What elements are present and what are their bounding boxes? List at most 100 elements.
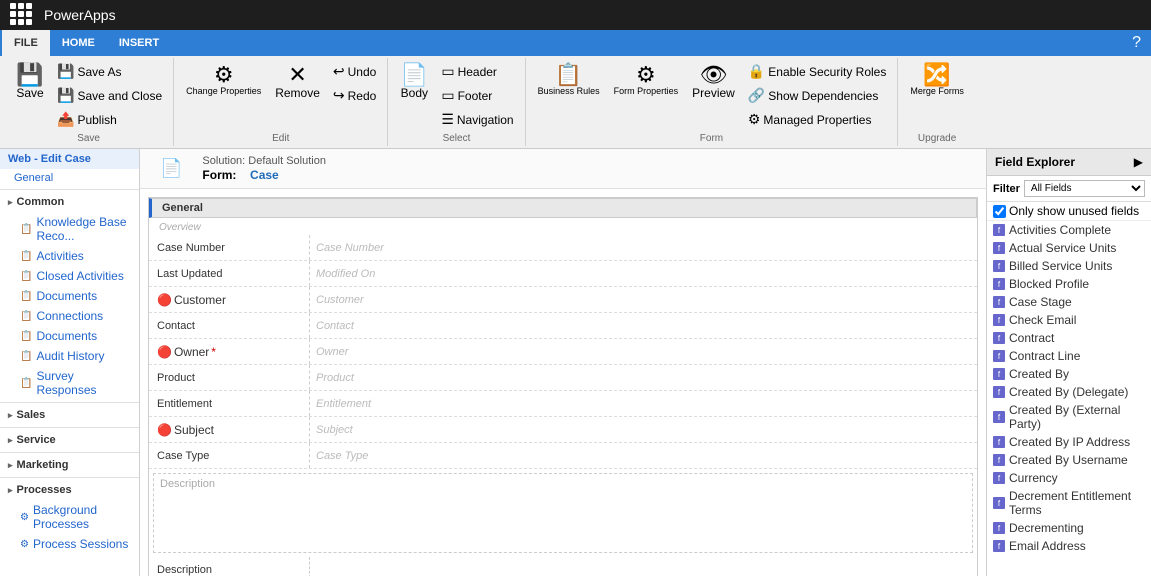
nav-section-service[interactable]: Service	[0, 430, 139, 450]
save-close-button[interactable]: 💾 Save and Close	[52, 84, 167, 107]
field-label-last-updated: Last Updated	[149, 261, 309, 286]
help-icon[interactable]: ?	[1124, 34, 1149, 52]
field-row-contact: Contact Contact	[149, 313, 977, 339]
field-item-8[interactable]: f Created By	[987, 365, 1151, 383]
field-item-16[interactable]: f Email Address	[987, 537, 1151, 555]
field-input-case-type[interactable]: Case Type	[309, 443, 977, 468]
field-item-14[interactable]: f Decrement Entitlement Terms	[987, 487, 1151, 519]
field-icon-6: f	[993, 332, 1005, 344]
save-as-icon: 💾	[57, 63, 74, 80]
field-item-6[interactable]: f Contract	[987, 329, 1151, 347]
field-icon-7: f	[993, 350, 1005, 362]
save-col: 💾 Save As 💾 Save and Close 📤 Publish	[52, 60, 167, 131]
remove-icon: ✕	[288, 64, 306, 86]
save-as-button[interactable]: 💾 Save As	[52, 60, 167, 83]
nav-item-bg-processes[interactable]: ⚙ Background Processes	[0, 500, 139, 534]
field-input-last-updated[interactable]: Modified On	[309, 261, 977, 286]
show-unused-checkbox[interactable]	[993, 205, 1006, 218]
field-explorer-expand-icon[interactable]: ▶	[1134, 155, 1143, 169]
nav-item-closed-activities[interactable]: 📋 Closed Activities	[0, 266, 139, 286]
undo-button[interactable]: ↩ Undo	[328, 60, 381, 83]
navigation-icon: ☰	[441, 111, 454, 128]
field-input-customer[interactable]: Customer	[309, 287, 977, 312]
header-button[interactable]: ▭ Header	[436, 60, 518, 83]
nav-item-documents2[interactable]: 📋 Documents	[0, 326, 139, 346]
field-row-customer: 🔴 Customer Customer	[149, 287, 977, 313]
field-item-3[interactable]: f Blocked Profile	[987, 275, 1151, 293]
field-item-10[interactable]: f Created By (External Party)	[987, 401, 1151, 433]
nav-item-audit[interactable]: 📋 Audit History	[0, 346, 139, 366]
field-item-12[interactable]: f Created By Username	[987, 451, 1151, 469]
main-area: Web - Edit Case General Common 📋 Knowled…	[0, 149, 1151, 576]
remove-button[interactable]: ✕ Remove	[269, 60, 326, 104]
save-close-icon: 💾	[57, 87, 74, 104]
managed-properties-button[interactable]: ⚙ Managed Properties	[743, 108, 892, 131]
footer-button[interactable]: ▭ Footer	[436, 84, 518, 107]
nav-item-activities[interactable]: 📋 Activities	[0, 246, 139, 266]
field-input-contact[interactable]: Contact	[309, 313, 977, 338]
body-button[interactable]: 📄 Body	[394, 60, 434, 104]
field-item-15[interactable]: f Decrementing	[987, 519, 1151, 537]
navigation-button[interactable]: ☰ Navigation	[436, 108, 518, 131]
waffle-icon[interactable]	[10, 3, 34, 27]
field-item-0[interactable]: f Activities Complete	[987, 221, 1151, 239]
field-icon-8: f	[993, 368, 1005, 380]
tab-home[interactable]: HOME	[50, 30, 107, 56]
nav-section-processes[interactable]: Processes	[0, 480, 139, 500]
field-item-13[interactable]: f Currency	[987, 469, 1151, 487]
nav-item-documents1[interactable]: 📋 Documents	[0, 286, 139, 306]
ribbon-group-save: 💾 Save 💾 Save As 💾 Save and Close 📤 Publ…	[4, 58, 174, 146]
field-icon-4: f	[993, 296, 1005, 308]
form-properties-button[interactable]: ⚙ Form Properties	[608, 60, 685, 100]
field-item-1[interactable]: f Actual Service Units	[987, 239, 1151, 257]
form-header-info: Solution: Default Solution Form: Case	[202, 155, 326, 182]
preview-button[interactable]: 👁 Preview	[686, 60, 741, 104]
nav-section-sales[interactable]: Sales	[0, 405, 139, 425]
field-label-case-number: Case Number	[149, 235, 309, 260]
description-area[interactable]: Description	[153, 473, 973, 553]
business-rules-button[interactable]: 📋 Business Rules	[532, 60, 606, 100]
publish-icon: 📤	[57, 111, 74, 128]
tab-file[interactable]: FILE	[2, 30, 50, 56]
save-icon: 💾	[16, 64, 43, 86]
app-title: PowerApps	[44, 7, 116, 23]
filter-select[interactable]: All Fields Required Fields Custom Fields	[1024, 180, 1145, 197]
show-dependencies-button[interactable]: 🔗 Show Dependencies	[743, 84, 892, 107]
field-item-2[interactable]: f Billed Service Units	[987, 257, 1151, 275]
field-input-subject[interactable]: Subject	[309, 417, 977, 442]
field-label-subject: 🔴 Subject	[149, 417, 309, 442]
field-item-5[interactable]: f Check Email	[987, 311, 1151, 329]
nav-item-survey[interactable]: 📋 Survey Responses	[0, 366, 139, 400]
save-button[interactable]: 💾 Save	[10, 60, 50, 104]
enable-security-button[interactable]: 🔒 Enable Security Roles	[743, 60, 892, 83]
nav-item-connections[interactable]: 📋 Connections	[0, 306, 139, 326]
field-input-product[interactable]: Product	[309, 365, 977, 390]
nav-item-process-sessions[interactable]: ⚙ Process Sessions	[0, 534, 139, 554]
publish-button[interactable]: 📤 Publish	[52, 108, 167, 131]
left-nav: Web - Edit Case General Common 📋 Knowled…	[0, 149, 140, 576]
field-item-9[interactable]: f Created By (Delegate)	[987, 383, 1151, 401]
merge-forms-button[interactable]: 🔀 Merge Forms	[904, 60, 970, 100]
field-input-case-number[interactable]: Case Number	[309, 235, 977, 260]
documents2-icon: 📋	[20, 331, 32, 342]
edit-group-label: Edit	[272, 131, 289, 144]
field-item-11[interactable]: f Created By IP Address	[987, 433, 1151, 451]
select-group-label: Select	[443, 131, 471, 144]
save-group-buttons: 💾 Save 💾 Save As 💾 Save and Close 📤 Publ…	[10, 60, 167, 131]
field-input-entitlement[interactable]: Entitlement	[309, 391, 977, 416]
select-group-buttons: 📄 Body ▭ Header ▭ Footer ☰ Navigation	[394, 60, 518, 131]
field-item-7[interactable]: f Contract Line	[987, 347, 1151, 365]
field-item-4[interactable]: f Case Stage	[987, 293, 1151, 311]
field-explorer-title: Field Explorer	[995, 155, 1075, 169]
nav-section-common[interactable]: Common	[0, 192, 139, 212]
field-icon-1: f	[993, 242, 1005, 254]
tab-insert[interactable]: INSERT	[107, 30, 171, 56]
nav-item-knowledge[interactable]: 📋 Knowledge Base Reco...	[0, 212, 139, 246]
change-properties-button[interactable]: ⚙ Change Properties	[180, 60, 267, 100]
field-icon-16: f	[993, 540, 1005, 552]
nav-section-marketing[interactable]: Marketing	[0, 455, 139, 475]
business-rules-icon: 📋	[555, 64, 582, 86]
field-input-owner[interactable]: Owner	[309, 339, 977, 364]
nav-general-link[interactable]: General	[0, 169, 139, 187]
redo-button[interactable]: ↪ Redo	[328, 84, 381, 107]
